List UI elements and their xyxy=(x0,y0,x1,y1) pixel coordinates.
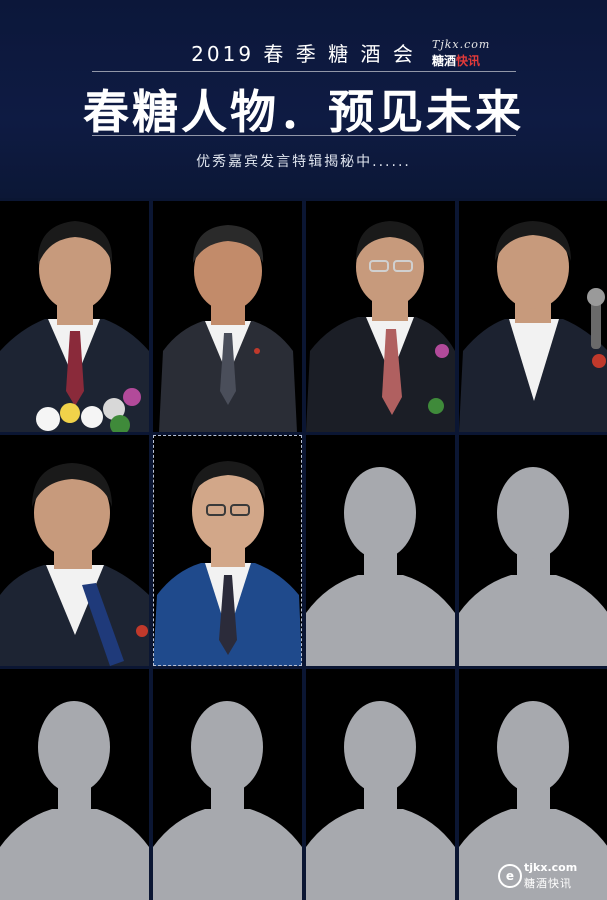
speaker-portrait-2[interactable] xyxy=(153,201,302,432)
subtitle: 优秀嘉宾发言特辑揭秘中...... xyxy=(196,154,411,170)
main-title: 春糖人物．预见未来 xyxy=(83,85,524,139)
logo-wordmark: 糖酒快讯 xyxy=(432,54,481,68)
site-watermark: e tjkx.com 糖酒快讯 xyxy=(498,861,598,891)
speaker-grid xyxy=(0,198,607,900)
watermark-site: tjkx.com xyxy=(524,861,578,874)
watermark-logo-icon: e xyxy=(498,864,522,888)
logo-domain: Tjkx.com xyxy=(432,38,491,51)
speaker-portrait-3[interactable] xyxy=(306,201,455,432)
header-banner: 2019 春 季 糖 酒 会 Tjkx.com 糖酒快讯 春糖人物．预见未来 优… xyxy=(0,0,607,198)
speaker-portrait-6[interactable] xyxy=(153,435,302,666)
watermark-name: 糖酒快讯 xyxy=(524,877,572,890)
speaker-portrait-4[interactable] xyxy=(459,201,607,432)
speaker-placeholder-7[interactable] xyxy=(306,435,455,666)
top-divider xyxy=(92,71,516,72)
speaker-placeholder-9[interactable] xyxy=(0,669,149,900)
speaker-placeholder-10[interactable] xyxy=(153,669,302,900)
speaker-portrait-1[interactable] xyxy=(0,201,149,432)
speaker-placeholder-8[interactable] xyxy=(459,435,607,666)
speaker-placeholder-11[interactable] xyxy=(306,669,455,900)
brand-logo: Tjkx.com 糖酒快讯 xyxy=(432,38,516,68)
speaker-portrait-5[interactable] xyxy=(0,435,149,666)
bottom-divider xyxy=(92,135,516,136)
